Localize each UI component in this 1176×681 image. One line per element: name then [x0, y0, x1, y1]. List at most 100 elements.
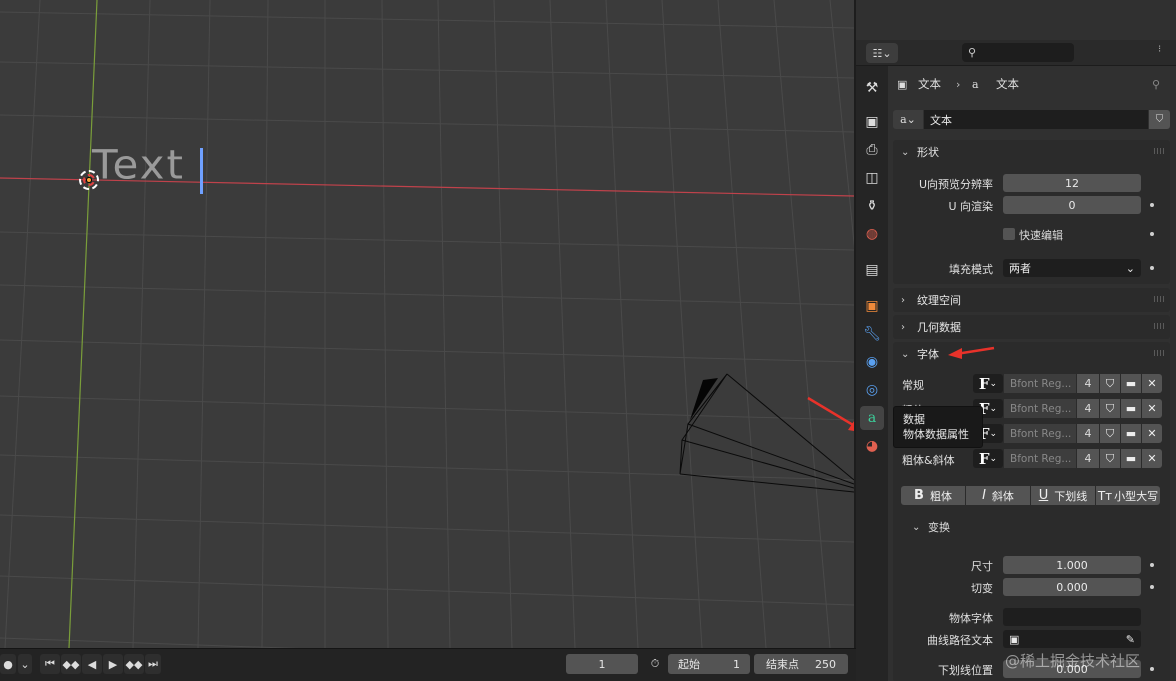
object-font-field[interactable]	[1003, 608, 1141, 626]
world-tab-icon[interactable]: ◍	[860, 222, 884, 246]
fake-user-shield-icon[interactable]: ⛉	[1100, 424, 1120, 443]
size-field[interactable]: 1.000	[1003, 556, 1141, 574]
datablock-name-field[interactable]: 文本	[924, 110, 1148, 129]
unlink-x-icon[interactable]: ✕	[1142, 424, 1162, 443]
font-users-count[interactable]: 4	[1077, 449, 1099, 468]
fake-user-shield-icon[interactable]: ⛉	[1100, 374, 1120, 393]
open-folder-icon[interactable]: ▬	[1121, 424, 1141, 443]
keyframe-dot-icon[interactable]	[1150, 563, 1154, 567]
open-folder-icon[interactable]: ▬	[1121, 449, 1141, 468]
output-tab-icon[interactable]: ⎙	[860, 138, 884, 162]
start-frame-field[interactable]: 起始 1	[668, 654, 750, 674]
modifier-tab-icon[interactable]: 🔧︎	[860, 322, 884, 346]
font-users-count[interactable]: 4	[1077, 374, 1099, 393]
italic-toggle[interactable]: I 斜体	[966, 486, 1030, 505]
jump-end-icon[interactable]: ⏭	[145, 654, 161, 674]
bold-toggle[interactable]: B 粗体	[901, 486, 965, 505]
shear-field[interactable]: 0.000	[1003, 578, 1141, 596]
font-browse-button[interactable]: F ⌄	[973, 374, 1003, 393]
font-row-label: 粗体&斜体	[902, 454, 955, 467]
play-icon[interactable]: ▶	[103, 654, 123, 674]
font-style-buttons: B 粗体 I 斜体 U 下划线 Tт 小型大写	[901, 486, 1161, 505]
fake-user-shield-icon[interactable]: ⛉	[1100, 399, 1120, 418]
keyframe-dot-icon[interactable]: ●	[0, 654, 16, 674]
keyframe-dot-icon[interactable]	[1150, 266, 1154, 270]
particles-tab-icon[interactable]: ◉	[860, 350, 884, 374]
search-input[interactable]: ⚲	[962, 43, 1074, 62]
watermark: @稀土掘金技术社区	[1005, 652, 1141, 670]
tool-tab-icon[interactable]: ⚒	[860, 76, 884, 100]
font-users-count[interactable]: 4	[1077, 399, 1099, 418]
chevron-right-icon: ›	[956, 77, 961, 91]
properties-panel: ▣ 文本 › a 文本 ⚲ a⌄ 文本 ⛉ ⌄ 形状 U向预览分辨率 12 U …	[888, 66, 1176, 681]
font-name-field[interactable]: Bfont Reg...	[1004, 374, 1076, 393]
smallcaps-toggle[interactable]: Tт 小型大写	[1096, 486, 1160, 505]
current-frame-field[interactable]: 1	[566, 654, 638, 674]
keyframe-dot-icon[interactable]	[1150, 667, 1154, 671]
open-folder-icon[interactable]: ▬	[1121, 399, 1141, 418]
next-keyframe-icon[interactable]: ◆◆	[124, 654, 144, 674]
keyframe-dot-icon[interactable]	[1150, 232, 1154, 236]
keyframe-dot-icon[interactable]	[1150, 203, 1154, 207]
size-label: 尺寸	[971, 560, 993, 573]
font-name-field[interactable]: Bfont Reg...	[1004, 399, 1076, 418]
fake-user-shield-icon[interactable]: ⛉	[1149, 110, 1170, 129]
unlink-x-icon[interactable]: ✕	[1142, 399, 1162, 418]
scene-tab-icon[interactable]: ⚱	[860, 194, 884, 218]
texture-space-header[interactable]: › 纹理空间	[893, 288, 1170, 312]
annotation-arrow-tab	[807, 396, 854, 431]
play-reverse-icon[interactable]: ◀	[82, 654, 102, 674]
font-name-field[interactable]: Bfont Reg...	[1004, 424, 1076, 443]
fast-edit-checkbox[interactable]	[1003, 228, 1015, 240]
data-tab-icon[interactable]: a	[860, 406, 884, 430]
text-on-curve-field[interactable]: ▣ ✎	[1003, 630, 1141, 648]
object-tab-icon[interactable]: ▣	[860, 294, 884, 318]
unlink-x-icon[interactable]: ✕	[1142, 449, 1162, 468]
render-tab-icon[interactable]: ▣	[860, 110, 884, 134]
u-preview-field[interactable]: 12	[1003, 174, 1141, 192]
drag-grip-icon[interactable]	[1154, 148, 1164, 154]
geometry-header[interactable]: › 几何数据	[893, 315, 1170, 339]
text-object[interactable]: Text	[92, 141, 185, 188]
u-render-label: U 向渲染	[948, 200, 993, 213]
font-users-count[interactable]: 4	[1077, 424, 1099, 443]
breadcrumb: ▣ 文本 › a 文本 ⚲	[888, 73, 1176, 95]
shape-panel-header[interactable]: ⌄ 形状	[893, 140, 1170, 164]
underline-icon: U	[1038, 488, 1049, 503]
jump-start-icon[interactable]: ⏮	[40, 654, 60, 674]
font-panel-header[interactable]: ⌄ 字体	[893, 342, 1170, 366]
underline-toggle[interactable]: U 下划线	[1031, 486, 1095, 505]
end-frame-field[interactable]: 结束点 250	[754, 654, 848, 674]
chevron-right-icon: ›	[901, 321, 905, 333]
fill-mode-select[interactable]: 两者 ⌄	[1003, 259, 1141, 277]
collection-tab-icon[interactable]: ▤	[860, 258, 884, 282]
drag-grip-icon[interactable]	[1154, 323, 1164, 329]
tooltip-description: 物体数据属性	[903, 428, 969, 441]
datablock-browse-button[interactable]: a⌄	[893, 110, 923, 129]
prev-keyframe-icon[interactable]: ◆◆	[61, 654, 81, 674]
drag-grip-icon[interactable]	[1154, 296, 1164, 302]
keyframe-dot-icon[interactable]	[1150, 585, 1154, 589]
keyframe-menu-icon[interactable]: ⌄	[18, 654, 32, 674]
font-browse-button[interactable]: F ⌄	[973, 449, 1003, 468]
pin-icon[interactable]: ⚲	[1152, 78, 1160, 91]
font-name-field[interactable]: Bfont Reg...	[1004, 449, 1076, 468]
transform-subpanel-header[interactable]: ⌄ 变换	[898, 515, 950, 539]
u-render-field[interactable]: 0	[1003, 196, 1141, 214]
material-tab-icon[interactable]: ◕	[860, 434, 884, 458]
editor-type-button[interactable]: ☷⌄	[866, 43, 898, 63]
view-layer-tab-icon[interactable]: ◫	[860, 166, 884, 190]
unlink-x-icon[interactable]: ✕	[1142, 374, 1162, 393]
tab-tooltip: 数据 物体数据属性	[893, 406, 983, 448]
stopwatch-icon[interactable]: ⏱	[645, 654, 665, 674]
3d-viewport[interactable]: Text	[0, 0, 854, 648]
underline-position-label: 下划线位置	[938, 664, 993, 677]
drag-grip-icon[interactable]	[1154, 350, 1164, 356]
open-folder-icon[interactable]: ▬	[1121, 374, 1141, 393]
italic-icon: I	[982, 488, 986, 503]
fake-user-shield-icon[interactable]: ⛉	[1100, 449, 1120, 468]
object-origin-dot	[86, 177, 92, 183]
physics-tab-icon[interactable]: ◎	[860, 378, 884, 402]
panel-options-icon[interactable]: ⁝	[1158, 44, 1170, 62]
eyedropper-icon[interactable]: ✎	[1126, 633, 1135, 646]
